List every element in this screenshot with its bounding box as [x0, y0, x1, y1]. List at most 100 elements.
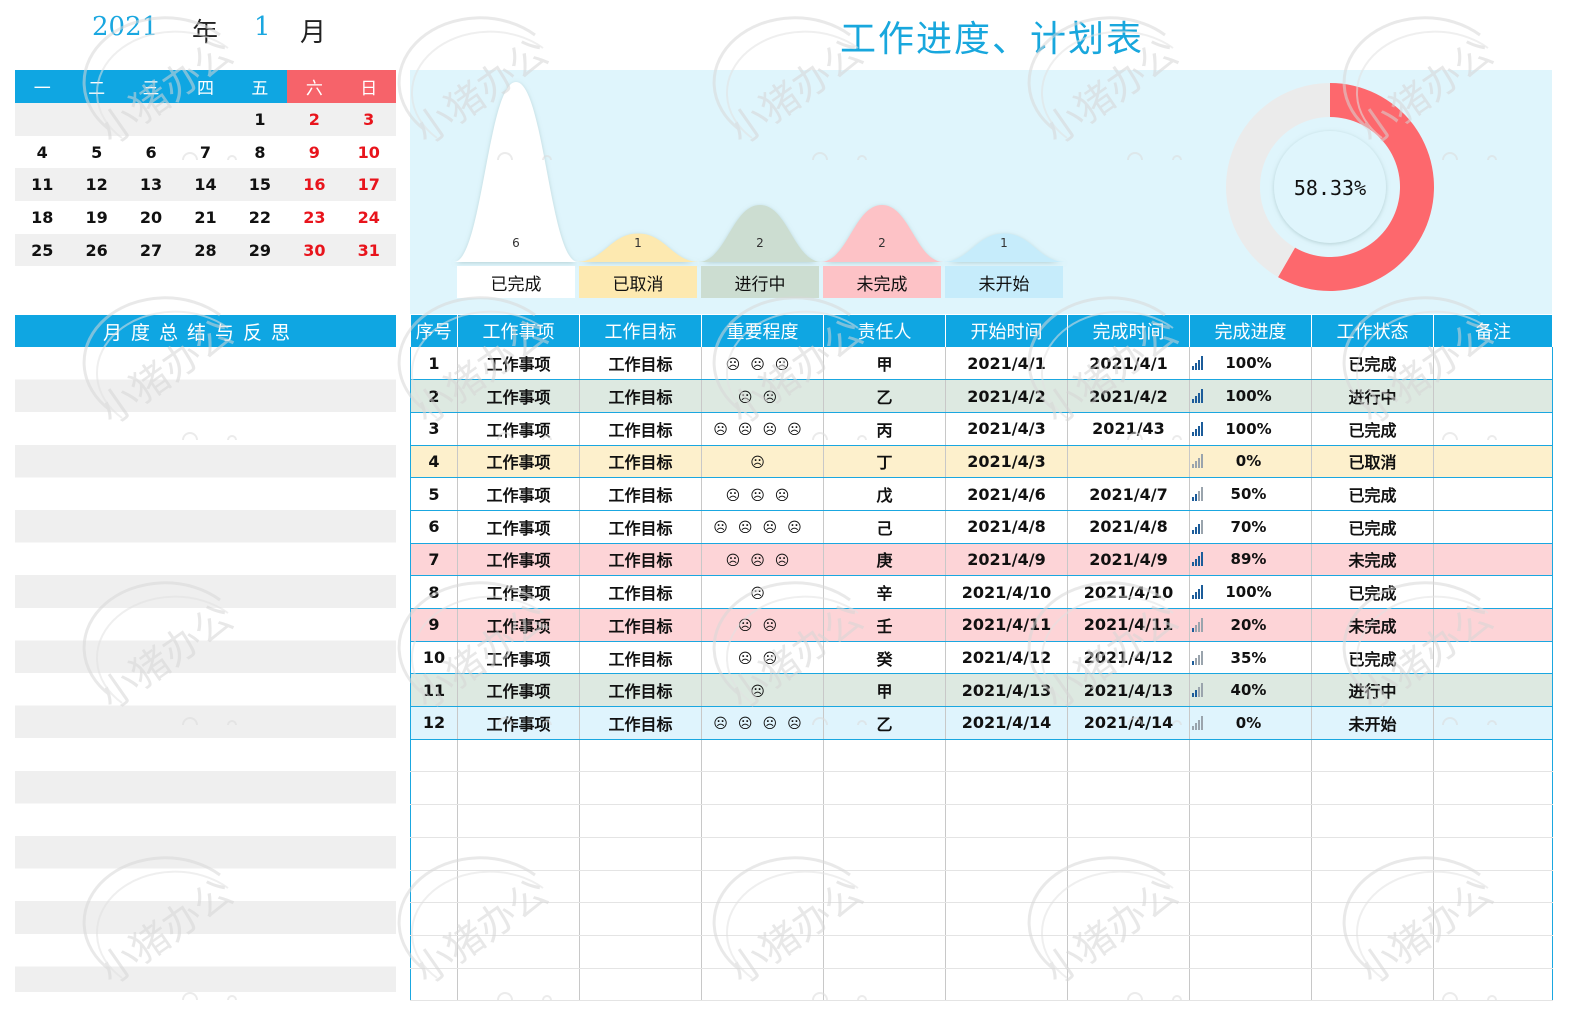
calendar-day[interactable]: 2 [287, 103, 341, 136]
empty-cell[interactable] [410, 837, 458, 871]
calendar-day[interactable]: 22 [233, 201, 287, 234]
empty-cell[interactable] [1311, 739, 1434, 773]
empty-cell[interactable] [1433, 902, 1553, 936]
cell-item[interactable]: 工作事项 [457, 608, 580, 642]
cell-start[interactable]: 2021/4/6 [945, 477, 1068, 511]
cell-no[interactable]: 12 [410, 706, 458, 740]
calendar-day[interactable]: 12 [69, 168, 123, 201]
cell-no[interactable]: 2 [410, 379, 458, 413]
cell-goal[interactable]: 工作目标 [579, 673, 702, 708]
cell-goal[interactable]: 工作目标 [579, 510, 702, 544]
table-row[interactable]: 10 工作事项 工作目标 ☹☹ 癸 2021/4/12 2021/4/12 35% 已完成 [410, 641, 1553, 675]
cell-status[interactable]: 进行中 [1311, 379, 1434, 413]
empty-cell[interactable] [579, 968, 702, 1002]
cell-end[interactable]: 2021/4/11 [1067, 608, 1190, 642]
cell-goal[interactable]: 工作目标 [579, 412, 702, 446]
cell-no[interactable]: 10 [410, 641, 458, 675]
empty-cell[interactable] [410, 804, 458, 838]
column-header[interactable]: 工作事项 [457, 315, 580, 347]
cell-item[interactable]: 工作事项 [457, 641, 580, 675]
empty-cell[interactable] [701, 902, 824, 936]
calendar-day[interactable]: 27 [124, 234, 178, 267]
cell-goal[interactable]: 工作目标 [579, 575, 702, 609]
cell-note[interactable] [1433, 379, 1553, 413]
empty-cell[interactable] [1189, 870, 1312, 904]
cell-no[interactable]: 8 [410, 575, 458, 609]
empty-cell[interactable] [1067, 968, 1190, 1002]
calendar-day[interactable]: 3 [342, 103, 396, 136]
cell-end[interactable]: 2021/4/8 [1067, 510, 1190, 544]
table-row[interactable]: 5 工作事项 工作目标 ☹☹☹ 戊 2021/4/6 2021/4/7 50% 已完成 [410, 477, 1553, 511]
cell-progress[interactable]: 100% [1189, 412, 1312, 446]
column-header[interactable]: 工作状态 [1311, 315, 1434, 347]
cell-progress[interactable]: 0% [1189, 445, 1312, 479]
empty-cell[interactable] [823, 739, 946, 773]
cell-end[interactable]: 2021/4/13 [1067, 673, 1190, 708]
cell-no[interactable]: 11 [410, 673, 458, 708]
cell-imp[interactable]: ☹☹☹ [701, 347, 824, 381]
empty-cell[interactable] [823, 968, 946, 1002]
cell-progress[interactable]: 35% [1189, 641, 1312, 675]
cell-start[interactable]: 2021/4/13 [945, 673, 1068, 708]
empty-cell[interactable] [457, 870, 580, 904]
empty-cell[interactable] [701, 968, 824, 1002]
cell-owner[interactable]: 乙 [823, 706, 946, 740]
cell-item[interactable]: 工作事项 [457, 445, 580, 479]
empty-cell[interactable] [410, 771, 458, 806]
empty-cell[interactable] [945, 804, 1068, 838]
empty-cell[interactable] [1067, 837, 1190, 871]
cell-status[interactable]: 已完成 [1311, 510, 1434, 544]
empty-cell[interactable] [945, 837, 1068, 871]
empty-cell[interactable] [1189, 804, 1312, 838]
empty-cell[interactable] [1067, 804, 1190, 838]
empty-cell[interactable] [701, 804, 824, 838]
column-header[interactable]: 工作目标 [579, 315, 702, 347]
empty-cell[interactable] [945, 935, 1068, 969]
table-empty-row[interactable] [410, 771, 1553, 806]
table-row[interactable]: 3 工作事项 工作目标 ☹☹☹☹ 丙 2021/4/3 2021/43 100% 已完成 [410, 412, 1553, 446]
cell-goal[interactable]: 工作目标 [579, 608, 702, 642]
cell-imp[interactable]: ☹ [701, 575, 824, 609]
empty-cell[interactable] [701, 870, 824, 904]
calendar-day[interactable]: 25 [15, 234, 69, 267]
cell-end[interactable]: 2021/4/1 [1067, 347, 1190, 381]
cell-note[interactable] [1433, 347, 1553, 381]
cell-no[interactable]: 1 [410, 347, 458, 381]
empty-cell[interactable] [1067, 771, 1190, 806]
calendar-day[interactable]: 11 [15, 168, 69, 201]
cell-status[interactable]: 未完成 [1311, 608, 1434, 642]
column-header[interactable]: 备注 [1433, 315, 1553, 347]
cell-imp[interactable]: ☹ [701, 445, 824, 479]
cell-item[interactable]: 工作事项 [457, 673, 580, 708]
cell-end[interactable]: 2021/43 [1067, 412, 1190, 446]
cell-goal[interactable]: 工作目标 [579, 477, 702, 511]
calendar-day[interactable]: 29 [233, 234, 287, 267]
empty-cell[interactable] [945, 771, 1068, 806]
cell-imp[interactable]: ☹☹ [701, 641, 824, 675]
cell-owner[interactable]: 己 [823, 510, 946, 544]
empty-cell[interactable] [1433, 968, 1553, 1002]
month-value[interactable]: 1 [254, 12, 271, 42]
cell-end[interactable]: 2021/4/2 [1067, 379, 1190, 413]
calendar-day[interactable]: 7 [178, 136, 232, 169]
table-row[interactable]: 11 工作事项 工作目标 ☹ 甲 2021/4/13 2021/4/13 40% 进行中 [410, 673, 1553, 708]
empty-cell[interactable] [1311, 771, 1434, 806]
empty-cell[interactable] [1067, 739, 1190, 773]
empty-cell[interactable] [945, 870, 1068, 904]
table-row[interactable]: 6 工作事项 工作目标 ☹☹☹☹ 己 2021/4/8 2021/4/8 70% 已完成 [410, 510, 1553, 544]
table-row[interactable]: 2 工作事项 工作目标 ☹☹ 乙 2021/4/2 2021/4/2 100% 进行中 [410, 379, 1553, 413]
empty-cell[interactable] [410, 935, 458, 969]
cell-start[interactable]: 2021/4/12 [945, 641, 1068, 675]
cell-status[interactable]: 未开始 [1311, 706, 1434, 740]
cell-note[interactable] [1433, 412, 1553, 446]
empty-cell[interactable] [1433, 837, 1553, 871]
cell-owner[interactable]: 庚 [823, 543, 946, 577]
calendar-day[interactable]: 24 [342, 201, 396, 234]
cell-progress[interactable]: 100% [1189, 575, 1312, 609]
cell-goal[interactable]: 工作目标 [579, 445, 702, 479]
empty-cell[interactable] [1311, 968, 1434, 1002]
empty-cell[interactable] [823, 870, 946, 904]
cell-imp[interactable]: ☹☹ [701, 608, 824, 642]
empty-cell[interactable] [1433, 804, 1553, 838]
calendar-day[interactable]: 17 [342, 168, 396, 201]
